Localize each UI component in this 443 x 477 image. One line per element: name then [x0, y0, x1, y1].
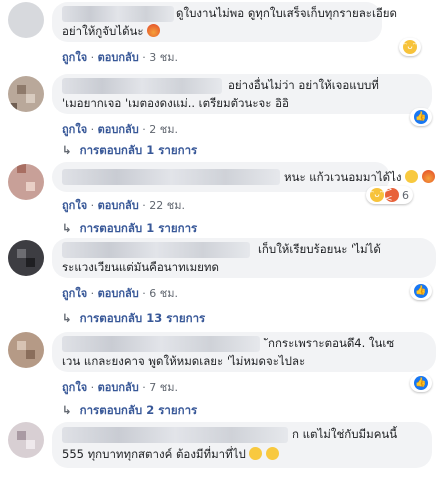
comment-text-line: เก็บให้เรียบร้อยนะ 'ไม่ได้ [258, 242, 381, 256]
reaction-count: 6 [402, 188, 409, 202]
laughing-emoji-icon [249, 447, 263, 460]
reaction-badge[interactable]: 👍 [410, 374, 432, 392]
blurred-author-name [62, 242, 250, 258]
comment-text-line: ดูใบงานไม่พอ ดูทุกใบเสร็จเก็บทุกรายละเอี… [176, 6, 397, 20]
comment-bubble: ก แตไม่ใช่กับมีมคนนี้ 555 ทุกบาททุกสตางค… [52, 422, 432, 468]
angry-emoji-icon [147, 24, 161, 37]
thinking-emoji-icon [405, 170, 419, 183]
comment-bubble: หนะ แก้วเวนอมมาได้ไง [52, 162, 435, 192]
timestamp[interactable]: 22 ชม. [149, 199, 185, 212]
replies-count: การตอบกลับ 13 รายการ [79, 311, 206, 325]
reaction-badge[interactable]: ᵔᴗᵔ >< 6 [366, 186, 413, 204]
comment-actions: ถูกใจ · ตอบกลับ · 22 ชม. [62, 199, 185, 212]
like-link[interactable]: ถูกใจ [62, 123, 87, 136]
replies-count: การตอบกลับ 1 รายการ [79, 221, 198, 235]
like-link[interactable]: ถูกใจ [62, 51, 87, 64]
comment-bubble: ักกระเพราะตอนดึ4. ในเซ เวน แกละยงคาจ พูด… [52, 332, 436, 372]
comment-text: อย่าให้กูจับได้นะ [62, 24, 144, 38]
like-icon: 👍 [414, 110, 428, 124]
reply-link[interactable]: ตอบกลับ [98, 123, 139, 136]
timestamp[interactable]: 2 ชม. [149, 123, 178, 136]
like-link[interactable]: ถูกใจ [62, 287, 87, 300]
reply-link[interactable]: ตอบกลับ [98, 199, 139, 212]
timestamp[interactable]: 6 ชม. [149, 287, 178, 300]
comment-text-line: หนะ แก้วเวนอมมาได้ไง [284, 168, 435, 186]
comment-actions: ถูกใจ · ตอบกลับ · 2 ชม. [62, 123, 178, 136]
comment-text-line: อย่างอื่นไม่ว่า อย่าให้เจอแบบที่ [228, 78, 379, 92]
avatar[interactable] [8, 164, 44, 200]
reply-link[interactable]: ตอบกลับ [98, 51, 139, 64]
comment-text-line-2: 'เมอยากเจอ 'เมตองดงแม่.. เตรียมตัวนะจะ อ… [62, 96, 289, 110]
comment-text-line-2: เวน แกละยงคาจ พูดให้หมดเลยะ 'ไม่หมดจะไปล… [62, 354, 306, 368]
avatar[interactable] [8, 422, 44, 458]
comment-3: หนะ แก้วเวนอมมาได้ไง ᵔᴗᵔ >< 6 ถูกใจ · ตอ… [0, 162, 443, 244]
like-icon: 👍 [414, 376, 428, 390]
replies-count: การตอบกลับ 1 รายการ [79, 143, 198, 157]
reaction-badge[interactable]: ᵔᴗᵔ [399, 38, 421, 56]
blurred-author-name [62, 427, 288, 443]
reply-arrow-icon: ↳ [62, 221, 72, 235]
comment-text: 555 ทุกบาททุกสตางค์ ต้องมีที่มาที่ไป [62, 447, 246, 461]
comment-text-line-2: ระแวงเวียนแต่มันคือนาทเมยทด [62, 260, 219, 274]
like-icon: 👍 [414, 284, 428, 298]
comment-text-line: ก แตไม่ใช่กับมีมคนนี้ [292, 427, 398, 441]
comment-actions: ถูกใจ · ตอบกลับ · 6 ชม. [62, 287, 178, 300]
comment-bubble: ดูใบงานไม่พอ ดูทุกใบเสร็จเก็บทุกรายละเอี… [52, 2, 397, 42]
avatar[interactable] [8, 2, 44, 38]
view-replies-link[interactable]: ↳ การตอบกลับ 1 รายการ [62, 142, 197, 160]
blurred-author-name [62, 6, 174, 22]
comment-text-line-2: 555 ทุกบาททุกสตางค์ ต้องมีที่มาที่ไป [62, 445, 280, 463]
reaction-badge[interactable]: 👍 [410, 108, 432, 126]
comment-text: หนะ แก้วเวนอมมาได้ไง [284, 170, 402, 184]
comment-bubble: อย่างอื่นไม่ว่า อย่าให้เจอแบบที่ 'เมอยาก… [52, 74, 432, 114]
blurred-author-name [62, 78, 222, 94]
blurred-author-name [62, 169, 280, 185]
reply-arrow-icon: ↳ [62, 403, 72, 417]
blurred-author-name [62, 336, 260, 352]
like-link[interactable]: ถูกใจ [62, 381, 87, 394]
comment-5: ักกระเพราะตอนดึ4. ในเซ เวน แกละยงคาจ พูด… [0, 326, 443, 418]
comment-bubble: เก็บให้เรียบร้อยนะ 'ไม่ได้ ระแวงเวียนแต่… [52, 238, 436, 278]
reply-arrow-icon: ↳ [62, 143, 72, 157]
comment-4: เก็บให้เรียบร้อยนะ 'ไม่ได้ ระแวงเวียนแต่… [0, 236, 443, 328]
avatar[interactable] [8, 332, 44, 368]
reply-link[interactable]: ตอบกลับ [98, 381, 139, 394]
haha-icon: ᵔᴗᵔ [403, 40, 417, 54]
reply-link[interactable]: ตอบกลับ [98, 287, 139, 300]
timestamp[interactable]: 3 ชม. [149, 51, 178, 64]
replies-count: การตอบกลับ 2 รายการ [79, 403, 198, 417]
reaction-badge[interactable]: 👍 [410, 282, 432, 300]
laughing-emoji-icon [266, 447, 280, 460]
reply-arrow-icon: ↳ [62, 311, 72, 325]
angry-emoji-icon [421, 170, 435, 183]
like-link[interactable]: ถูกใจ [62, 199, 87, 212]
avatar[interactable] [8, 76, 44, 112]
comment-2: อย่างอื่นไม่ว่า อย่าให้เจอแบบที่ 'เมอยาก… [0, 70, 443, 160]
avatar[interactable] [8, 240, 44, 276]
comment-text-line-2: อย่าให้กูจับได้นะ [62, 22, 161, 40]
haha-icon: ᵔᴗᵔ [370, 188, 384, 202]
comment-text-line: ักกระเพราะตอนดึ4. ในเซ [268, 336, 395, 350]
timestamp[interactable]: 7 ชม. [149, 381, 178, 394]
comment-actions: ถูกใจ · ตอบกลับ · 7 ชม. [62, 381, 178, 394]
comment-1: ดูใบงานไม่พอ ดูทุกใบเสร็จเก็บทุกรายละเอี… [0, 0, 443, 66]
comment-actions: ถูกใจ · ตอบกลับ · 3 ชม. [62, 51, 178, 64]
comment-6: ก แตไม่ใช่กับมีมคนนี้ 555 ทุกบาททุกสตางค… [0, 416, 443, 477]
angry-icon: >< [385, 186, 399, 204]
